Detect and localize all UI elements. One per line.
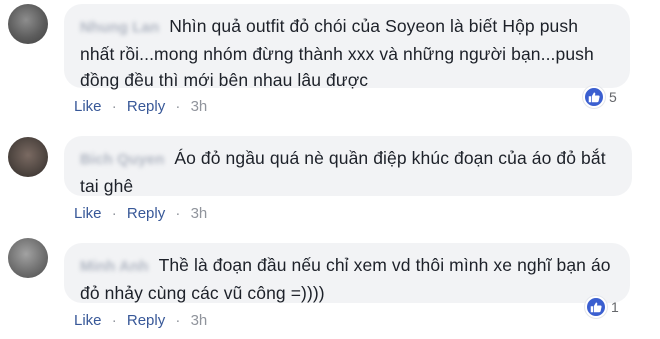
reaction-count: 1 bbox=[611, 299, 619, 315]
comment-timestamp[interactable]: 3h bbox=[191, 98, 208, 115]
separator: · bbox=[111, 312, 117, 329]
comment-timestamp[interactable]: 3h bbox=[191, 205, 208, 222]
reply-button[interactable]: Reply bbox=[127, 312, 165, 329]
comment-text: Bich Quyen Áo đỏ ngầu quá nè quần điệp kh… bbox=[80, 145, 616, 199]
like-icon bbox=[583, 86, 605, 108]
reply-button[interactable]: Reply bbox=[127, 98, 165, 115]
like-button[interactable]: Like bbox=[74, 312, 102, 329]
separator: · bbox=[175, 205, 181, 222]
separator: · bbox=[111, 205, 117, 222]
comment-body: Thề là đoạn đầu nếu chỉ xem vd thôi mình… bbox=[80, 255, 611, 303]
avatar[interactable] bbox=[8, 4, 48, 44]
like-button[interactable]: Like bbox=[74, 98, 102, 115]
comment-author[interactable]: Minh Anh bbox=[80, 254, 149, 280]
like-button[interactable]: Like bbox=[74, 205, 102, 222]
separator: · bbox=[175, 98, 181, 115]
reaction-summary[interactable]: 1 bbox=[585, 296, 619, 318]
comment-text: Minh Anh Thề là đoạn đầu nếu chỉ xem vd t… bbox=[80, 252, 614, 306]
comment-actions: Like · Reply · 3h bbox=[74, 205, 207, 222]
comment-timestamp[interactable]: 3h bbox=[191, 312, 208, 329]
reaction-summary[interactable]: 5 bbox=[583, 86, 617, 108]
separator: · bbox=[111, 98, 117, 115]
comment-actions: Like · Reply · 3h bbox=[74, 312, 207, 329]
comment-author[interactable]: Bich Quyen bbox=[80, 147, 164, 173]
reply-button[interactable]: Reply bbox=[127, 205, 165, 222]
avatar[interactable] bbox=[8, 238, 48, 278]
like-icon bbox=[585, 296, 607, 318]
comment-text: Nhung Lan Nhìn quả outfit đỏ chói của Soy… bbox=[80, 13, 614, 93]
separator: · bbox=[175, 312, 181, 329]
comment-author[interactable]: Nhung Lan bbox=[80, 15, 159, 41]
comment-bubble: Nhung Lan Nhìn quả outfit đỏ chói của Soy… bbox=[64, 4, 630, 90]
comment-bubble: Minh Anh Thề là đoạn đầu nếu chỉ xem vd t… bbox=[64, 243, 630, 303]
avatar[interactable] bbox=[8, 137, 48, 177]
reaction-count: 5 bbox=[609, 89, 617, 105]
comment-actions: Like · Reply · 3h bbox=[74, 98, 207, 115]
comment-bubble: Bich Quyen Áo đỏ ngầu quá nè quần điệp kh… bbox=[64, 136, 632, 196]
